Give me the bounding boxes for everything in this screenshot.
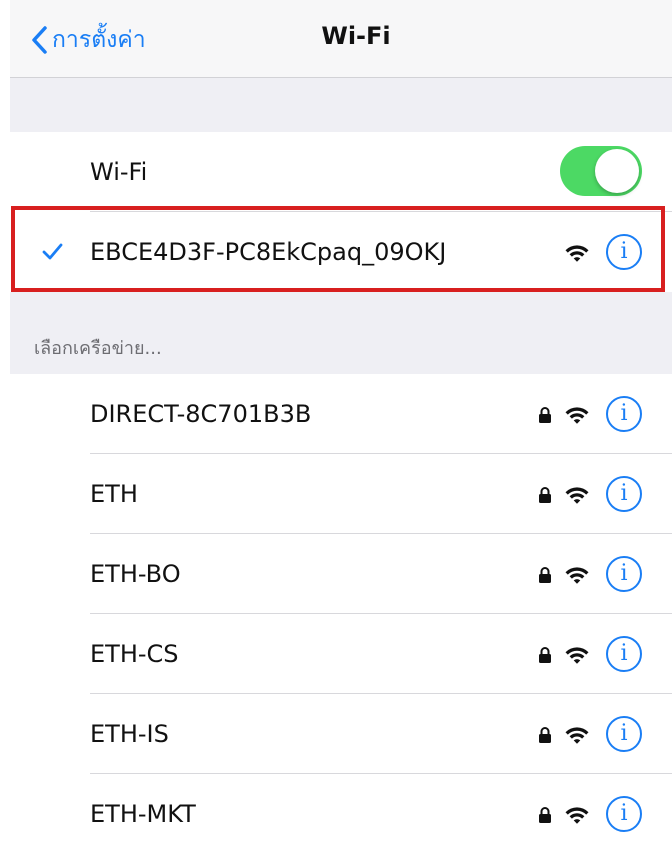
info-button[interactable]: i [606,636,642,672]
lock-icon [539,567,551,583]
network-row[interactable]: ETH-CS i [10,614,672,694]
info-button[interactable]: i [606,716,642,752]
lock-icon [539,807,551,823]
wifi-icon [565,407,589,424]
lock-icon [539,487,551,503]
network-name: ETH-CS [90,640,179,668]
wifi-icon [565,647,589,664]
lock-icon [539,727,551,743]
checkmark-icon [42,243,63,260]
network-name: ETH-BO [90,560,181,588]
wifi-settings-screen: การตั้งค่า Wi-Fi Wi-Fi EBCE4D3F-PC8EkCpa… [0,0,672,851]
network-name: ETH-IS [90,720,169,748]
info-button[interactable]: i [606,556,642,592]
lock-icon [539,647,551,663]
network-row[interactable]: ETH-IS i [10,694,672,774]
wifi-toggle-row: Wi-Fi [10,132,672,212]
info-button[interactable]: i [606,476,642,512]
group-spacer [10,78,672,132]
toggle-knob [595,149,639,193]
network-name: ETH [90,480,138,508]
wifi-toggle-label: Wi-Fi [90,158,148,186]
network-name: ETH-MKT [90,800,196,828]
navigation-bar: การตั้งค่า Wi-Fi [10,0,672,78]
info-button[interactable]: i [606,396,642,432]
info-button[interactable]: i [606,234,642,270]
wifi-icon [565,487,589,504]
lock-icon [539,407,551,423]
network-row[interactable]: ETH i [10,454,672,534]
connected-network-name: EBCE4D3F-PC8EkCpaq_09OKJ [90,238,447,266]
left-gutter [0,0,10,851]
wifi-icon [565,727,589,744]
wifi-toggle-switch[interactable] [560,146,642,196]
network-row[interactable]: ETH-BO i [10,534,672,614]
network-row[interactable]: ETH-MKT i [10,774,672,851]
network-row[interactable]: DIRECT-8C701B3B i [10,374,672,454]
connected-network-row[interactable]: EBCE4D3F-PC8EkCpaq_09OKJ i [10,212,672,292]
wifi-icon [565,567,589,584]
wifi-icon [565,807,589,824]
wifi-icon [565,245,589,262]
page-title: Wi-Fi [321,22,391,50]
network-name: DIRECT-8C701B3B [90,400,312,428]
section-band: เลือกเครือข่าย... [10,292,672,374]
section-header: เลือกเครือข่าย... [34,338,162,359]
info-button[interactable]: i [606,796,642,832]
